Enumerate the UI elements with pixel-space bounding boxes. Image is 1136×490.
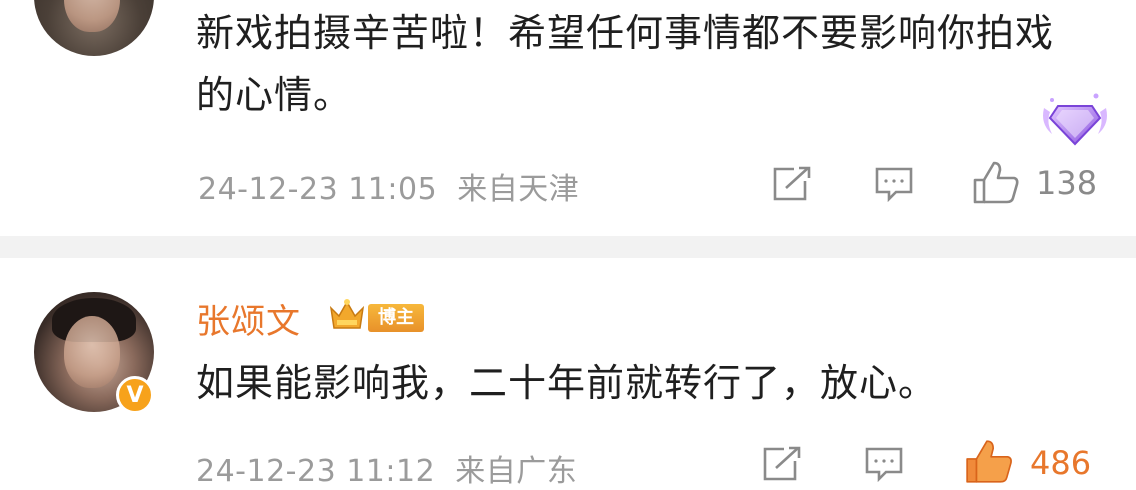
like-count: 486 xyxy=(1030,444,1092,482)
like-count: 138 xyxy=(1036,164,1098,202)
blogger-badge: 博主 xyxy=(368,304,424,332)
comment-item: V 张颂文 博主 如果能影响我，二十年前就转行了，放心。 24-12-23 11… xyxy=(0,258,1136,490)
like-icon[interactable] xyxy=(972,160,1020,204)
like-icon[interactable] xyxy=(964,438,1014,484)
comment-icon[interactable] xyxy=(864,446,904,482)
comment-icon[interactable] xyxy=(874,166,914,202)
avatar[interactable] xyxy=(34,0,154,56)
comment-meta: 24-12-23 11:12 来自广东 xyxy=(196,446,577,490)
timestamp: 24-12-23 11:12 xyxy=(196,454,436,489)
comment-meta: 24-12-23 11:05 来自天津 xyxy=(198,164,579,208)
location: 来自天津 xyxy=(457,172,580,207)
crown-icon xyxy=(329,299,365,329)
share-icon[interactable] xyxy=(772,166,812,202)
location: 来自广东 xyxy=(455,454,578,489)
username[interactable]: 张颂文 xyxy=(196,294,301,343)
verified-badge-icon: V xyxy=(116,376,154,414)
diamond-fan-badge-icon xyxy=(1043,93,1107,146)
comment-text: 如果能影响我，二十年前就转行了，放心。 xyxy=(196,361,938,405)
comment-divider xyxy=(0,236,1136,258)
avatar-face xyxy=(64,316,120,388)
timestamp: 24-12-23 11:05 xyxy=(198,172,438,207)
avatar-face xyxy=(64,0,120,32)
comment-item: 新戏拍摄辛苦啦！希望任何事情都不要影响你拍戏的心情。 24-12-23 11:0… xyxy=(0,0,1136,236)
share-icon[interactable] xyxy=(762,446,802,482)
comment-text: 新戏拍摄辛苦啦！希望任何事情都不要影响你拍戏的心情。 xyxy=(196,11,1055,117)
